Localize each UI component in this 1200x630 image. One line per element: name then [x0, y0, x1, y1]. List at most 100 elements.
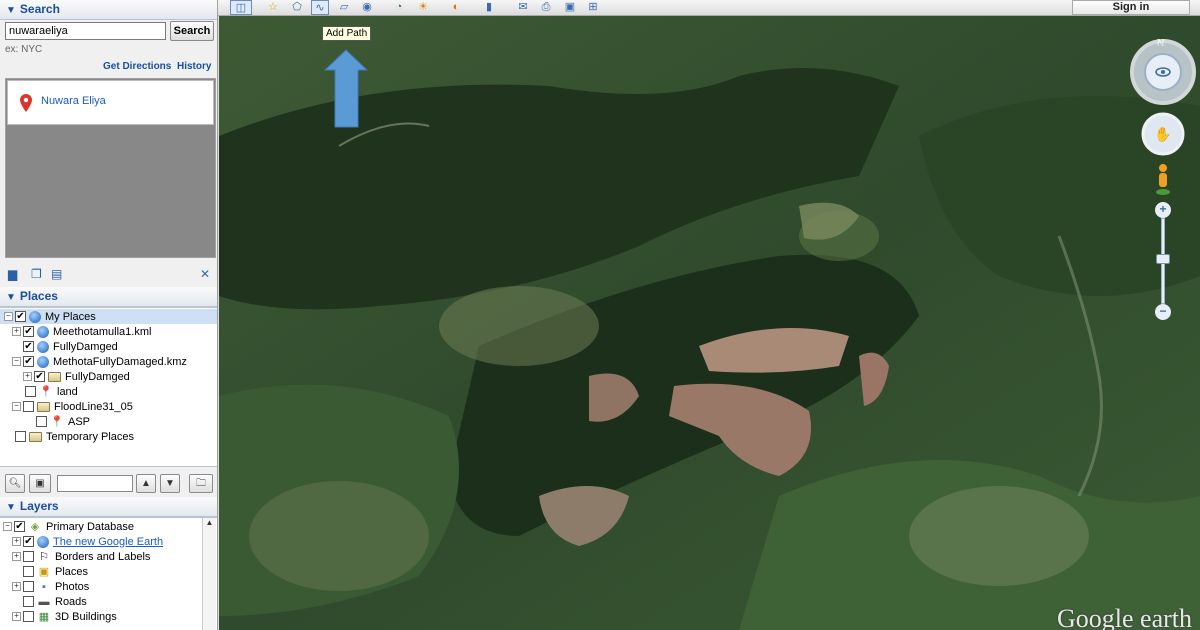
layer-label[interactable]: The new Google Earth	[53, 536, 163, 548]
move-down-button[interactable]: ▼	[160, 474, 180, 493]
record-tour-icon[interactable]: ◉	[358, 0, 376, 15]
collapse-toggle-icon[interactable]: −	[4, 312, 13, 321]
layer-places[interactable]: ▣ Places	[23, 564, 88, 579]
zoom-out-icon[interactable]: −	[1155, 304, 1171, 320]
zoom-in-icon[interactable]: +	[1155, 202, 1171, 218]
folder-options-button[interactable]: 🗀	[189, 474, 213, 493]
places-panel-header[interactable]: ▼ Places	[0, 287, 217, 307]
arrow-up-icon: ▲	[141, 478, 151, 489]
checkbox[interactable]	[23, 581, 34, 592]
tree-item-fullydamged-folder[interactable]: + ✔ FullyDamged	[23, 369, 130, 384]
places-header-label: Places	[19, 289, 58, 303]
layers-scrollbar[interactable]: ▲	[202, 518, 216, 630]
get-directions-link[interactable]: Get Directions	[103, 61, 171, 72]
checkbox[interactable]: ✔	[23, 536, 34, 547]
layer-new-google-earth[interactable]: + ✔ The new Google Earth	[12, 534, 163, 549]
move-up-button[interactable]: ▲	[136, 474, 156, 493]
polygon-icon[interactable]: ⬠	[288, 0, 306, 15]
expand-toggle-icon[interactable]: +	[12, 582, 21, 591]
save-image-icon[interactable]: ▣	[561, 0, 579, 15]
historical-imagery-icon[interactable]: ◔	[390, 0, 408, 15]
checkbox[interactable]	[36, 416, 47, 427]
layer-photos[interactable]: + ▪ Photos	[12, 579, 89, 594]
history-link[interactable]: History	[177, 61, 211, 72]
view-in-maps-icon[interactable]: ⊞	[584, 0, 602, 15]
tree-item-label: FloodLine31_05	[54, 400, 133, 413]
tree-item-my-places[interactable]: − ✔ My Places	[0, 309, 217, 324]
tree-item-fullydamged[interactable]: ✔ FullyDamged	[23, 339, 118, 354]
layers-panel-header[interactable]: ▼ Layers	[0, 497, 217, 517]
checkbox[interactable]	[15, 431, 26, 442]
folder-icon	[48, 371, 61, 382]
search-button[interactable]: Search	[170, 21, 214, 41]
path-icon[interactable]: ∿	[311, 0, 329, 15]
print-icon[interactable]: ⎙	[537, 0, 555, 15]
expand-toggle-icon[interactable]: +	[12, 612, 21, 621]
globe-icon	[37, 535, 49, 548]
checkbox[interactable]: ✔	[14, 521, 25, 532]
checkbox[interactable]: ✔	[23, 356, 34, 367]
search-places-button[interactable]: 🔍︎	[5, 474, 25, 493]
copy-icon[interactable]: ❐	[31, 267, 42, 281]
layer-3d-buildings[interactable]: + ▦ 3D Buildings	[12, 609, 117, 624]
placemark-icon[interactable]: ☆	[264, 0, 282, 15]
layer-label: Roads	[55, 595, 87, 608]
tree-item-asp[interactable]: 📍 ASP	[36, 414, 90, 429]
google-earth-logo: Google earth	[1056, 604, 1192, 630]
tree-item-floodline[interactable]: − FloodLine31_05	[12, 399, 133, 414]
collapse-toggle-icon[interactable]: −	[12, 402, 21, 411]
sign-in-button[interactable]: Sign in	[1072, 0, 1190, 15]
zoom-slider-handle[interactable]	[1156, 254, 1170, 264]
tree-item-meethotamulla[interactable]: + ✔ Meethotamulla1.kml	[12, 324, 151, 339]
checkbox[interactable]	[23, 401, 34, 412]
checkbox[interactable]: ✔	[23, 326, 34, 337]
collapse-triangle-icon[interactable]: ▼	[6, 292, 16, 303]
scroll-up-icon[interactable]: ▲	[203, 518, 216, 527]
tree-item-methota-kmz[interactable]: − ✔ MethotaFullyDamaged.kmz	[12, 354, 187, 369]
collapse-toggle-icon[interactable]: −	[3, 522, 12, 531]
sunlight-icon[interactable]: ☀	[414, 0, 432, 15]
sidebar-toggle-icon[interactable]: ◫	[230, 0, 252, 15]
expand-toggle-icon[interactable]: +	[12, 552, 21, 561]
tree-item-label: Meethotamulla1.kml	[53, 325, 152, 338]
collapse-toggle-icon[interactable]: −	[12, 357, 21, 366]
tree-item-land[interactable]: 📍 land	[25, 384, 78, 399]
checkbox[interactable]: ✔	[15, 311, 26, 322]
search-input[interactable]	[5, 22, 166, 40]
checkbox[interactable]	[23, 551, 34, 562]
toggle-panel-button[interactable]: ▣	[29, 474, 51, 493]
print-icon[interactable]: ▤	[51, 267, 62, 281]
places-filter-input[interactable]	[57, 475, 133, 492]
close-icon[interactable]: ✕	[200, 267, 210, 281]
layer-primary-database[interactable]: − ✔ ◈ Primary Database	[3, 519, 134, 534]
add-folder-icon[interactable]: ▆	[8, 267, 17, 281]
layer-roads[interactable]: ▬ Roads	[23, 594, 87, 609]
image-overlay-icon[interactable]: ▱	[335, 0, 353, 15]
building-icon: ▦	[38, 610, 50, 623]
look-joystick-icon[interactable]	[1128, 37, 1198, 107]
expand-toggle-icon[interactable]: +	[23, 372, 32, 381]
road-icon: ▬	[38, 595, 50, 608]
layer-borders-labels[interactable]: + ⚐ Borders and Labels	[12, 549, 150, 564]
collapse-triangle-icon[interactable]: ▼	[6, 5, 16, 16]
checkbox[interactable]	[23, 566, 34, 577]
globe-icon	[37, 355, 49, 368]
planets-icon[interactable]: ◐	[447, 0, 465, 15]
move-joystick-icon[interactable]: ✋	[1141, 112, 1185, 156]
checkbox[interactable]	[23, 596, 34, 607]
expand-toggle-icon[interactable]: +	[12, 327, 21, 336]
checkbox[interactable]: ✔	[34, 371, 45, 382]
search-result-item[interactable]: Nuwara Eliya	[7, 80, 214, 125]
location-pin-icon	[20, 94, 32, 112]
checkbox[interactable]	[25, 386, 36, 397]
map-view[interactable]: Add Path N ✋ + − Google earth	[219, 16, 1200, 630]
tree-item-temporary-places[interactable]: Temporary Places	[15, 429, 134, 444]
street-view-pegman-icon[interactable]	[1154, 162, 1172, 196]
email-icon[interactable]: ✉	[514, 0, 532, 15]
checkbox[interactable]: ✔	[23, 341, 34, 352]
ruler-icon[interactable]: ▮	[480, 0, 498, 15]
checkbox[interactable]	[23, 611, 34, 622]
search-panel-header[interactable]: ▼ Search	[0, 0, 217, 20]
expand-toggle-icon[interactable]: +	[12, 537, 21, 546]
collapse-triangle-icon[interactable]: ▼	[6, 502, 16, 513]
